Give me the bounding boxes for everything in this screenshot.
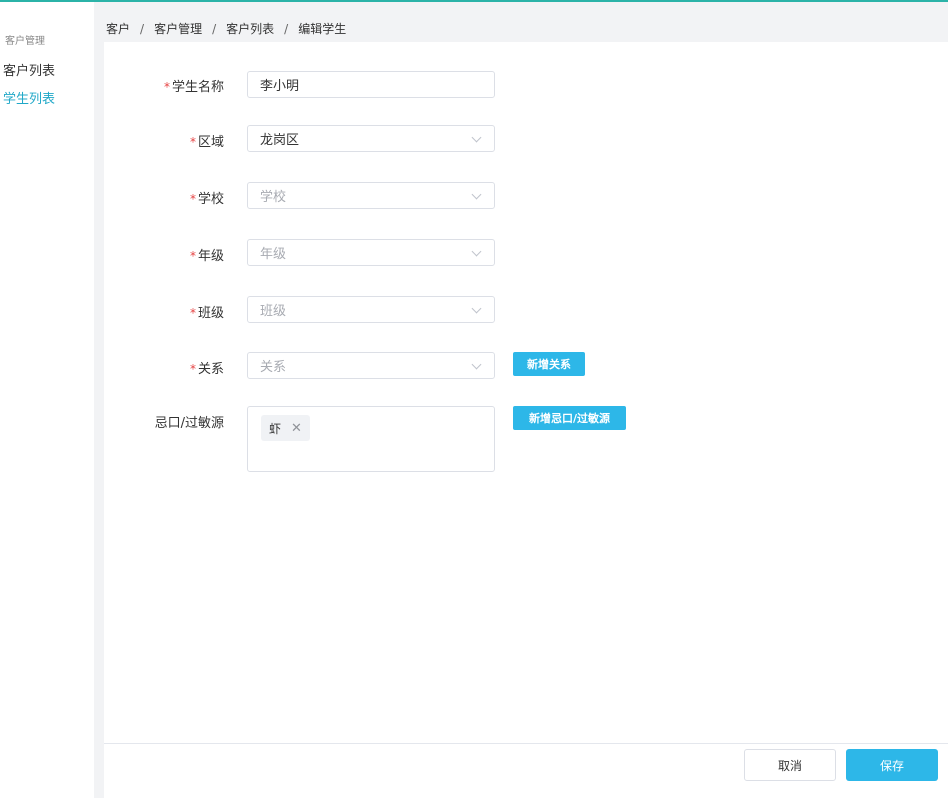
chevron-down-icon [471,359,482,370]
required-mark: * [163,80,170,94]
relation-select[interactable]: 关系 [247,352,495,379]
add-relation-button[interactable]: 新增关系 [513,352,585,376]
class-label: * 班级 [189,306,224,321]
required-mark: * [189,306,196,320]
breadcrumb-separator: / [140,21,145,36]
student-name-input[interactable]: 李小明 [247,71,495,98]
footer-bar: 取消 保存 [104,743,948,798]
breadcrumb-separator: / [212,21,217,36]
allergy-tag-label: 虾 [269,421,282,436]
class-select[interactable]: 班级 [247,296,495,323]
sidebar-item-student-list[interactable]: 学生列表 [3,88,55,107]
required-mark: * [189,135,196,149]
school-label: * 学校 [189,192,224,207]
breadcrumb: 客户 / 客户管理 / 客户列表 / 编辑学生 [106,20,346,37]
breadcrumb-item-customer-list[interactable]: 客户列表 [226,20,274,37]
content-gutter [94,2,104,798]
required-mark: * [189,249,196,263]
close-icon[interactable]: ✕ [291,421,302,436]
sidebar-group-title: 客户管理 [5,36,45,47]
student-name-value: 李小明 [260,79,300,94]
grade-select[interactable]: 年级 [247,239,495,266]
allergy-tag: 虾 ✕ [261,415,310,441]
chevron-down-icon [471,189,482,200]
breadcrumb-separator: / [284,21,289,36]
relation-placeholder: 关系 [260,360,287,375]
class-placeholder: 班级 [260,304,287,319]
student-name-label: * 学生名称 [163,80,224,95]
required-mark: * [189,362,196,376]
allergy-label: 忌口/过敏源 [154,416,224,431]
save-button[interactable]: 保存 [846,749,938,781]
required-mark: * [189,192,196,206]
edit-student-form: * 学生名称 李小明 * 区域 龙岗区 * 学校 学校 * 年级 年级 * 班级 班级 *… [104,42,948,742]
region-value: 龙岗区 [260,133,300,148]
sidebar-item-customer-list[interactable]: 客户列表 [3,60,55,79]
relation-label: * 关系 [189,362,224,377]
sidebar: 客户管理 客户列表 学生列表 [0,2,94,798]
region-select[interactable]: 龙岗区 [247,125,495,152]
school-placeholder: 学校 [260,190,287,205]
chevron-down-icon [471,303,482,314]
breadcrumb-item-customer[interactable]: 客户 [106,20,130,37]
breadcrumb-bar: 客户 / 客户管理 / 客户列表 / 编辑学生 [94,2,948,42]
cancel-button[interactable]: 取消 [744,749,836,781]
breadcrumb-item-edit-student: 编辑学生 [298,22,347,36]
breadcrumb-item-customer-management[interactable]: 客户管理 [154,20,202,37]
school-select[interactable]: 学校 [247,182,495,209]
add-allergy-button[interactable]: 新增忌口/过敏源 [513,406,626,430]
chevron-down-icon [471,246,482,257]
grade-label: * 年级 [189,249,224,264]
chevron-down-icon [471,132,482,143]
region-label: * 区域 [189,135,224,150]
grade-placeholder: 年级 [260,247,287,262]
allergy-tags-input[interactable]: 虾 ✕ [247,406,495,472]
